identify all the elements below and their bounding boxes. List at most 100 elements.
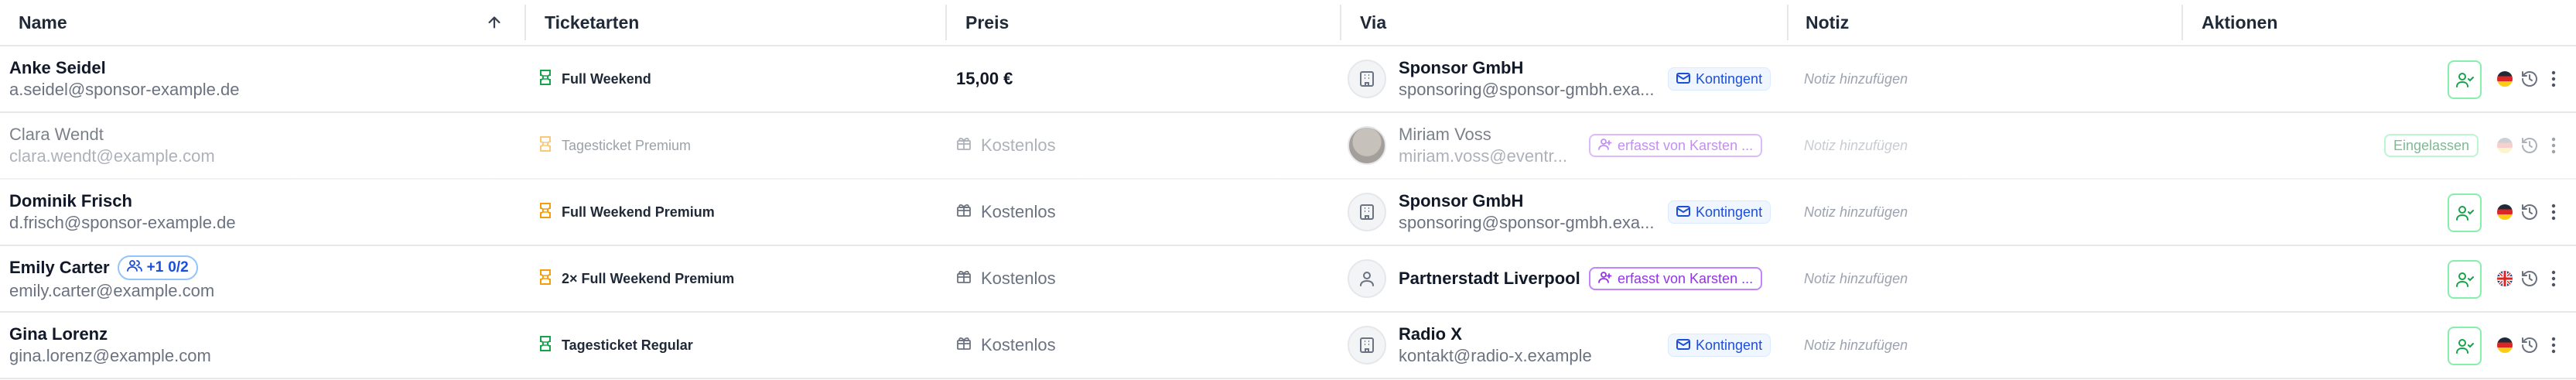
column-header-name[interactable]: Name xyxy=(19,0,67,45)
guest-email: gina.lorenz@example.com xyxy=(9,346,211,365)
table-row[interactable]: Anke Seidel a.seidel@sponsor-example.de … xyxy=(0,46,2576,113)
column-divider xyxy=(945,5,947,40)
mail-icon xyxy=(1676,71,1690,87)
price-cell: Kostenlos xyxy=(956,246,1056,311)
building-icon xyxy=(1348,326,1386,365)
via-email: sponsoring@sponsor-gmbh.exa... xyxy=(1399,213,1655,232)
table-row[interactable]: Emily Carter +1 0/2 emily.carter@example… xyxy=(0,246,2576,313)
guest-email: d.frisch@sponsor-example.de xyxy=(9,213,236,232)
ticket-cell: Full Weekend Premium xyxy=(540,180,715,245)
gift-icon xyxy=(956,202,972,222)
note-cell[interactable]: Notiz hinzufügen xyxy=(1804,46,1908,111)
checkin-user-plus-button[interactable] xyxy=(2448,60,2482,99)
flag-de-icon xyxy=(2497,337,2513,353)
building-icon xyxy=(1348,193,1386,231)
flag-de-icon xyxy=(2497,204,2513,220)
note-cell[interactable]: Notiz hinzufügen xyxy=(1804,313,1908,378)
sort-arrow-up-icon[interactable] xyxy=(486,0,503,45)
via-name[interactable]: Partnerstadt Liverpool xyxy=(1399,268,1580,289)
guest-name[interactable]: Emily Carter xyxy=(9,257,110,279)
flag-de-icon xyxy=(2497,138,2513,153)
more-vertical-icon[interactable] xyxy=(2549,136,2558,159)
ticket-cell: Full Weekend xyxy=(540,46,651,111)
history-icon[interactable] xyxy=(2520,136,2539,159)
note-placeholder[interactable]: Notiz hinzufügen xyxy=(1804,71,1908,87)
table-row[interactable]: Clara Wendt clara.wendt@example.com Tage… xyxy=(0,113,2576,180)
note-cell[interactable]: Notiz hinzufügen xyxy=(1804,180,1908,245)
guest-name-cell: Anke Seidel a.seidel@sponsor-example.de xyxy=(9,46,504,111)
column-header-price[interactable]: Preis xyxy=(965,0,1009,45)
erfasst-von-badge[interactable]: erfasst von Karsten ... xyxy=(1589,267,1763,290)
gift-icon xyxy=(956,269,972,289)
kontingent-badge: Kontingent xyxy=(1668,67,1771,91)
gift-icon xyxy=(956,335,972,355)
mail-icon xyxy=(1676,204,1690,221)
guest-name[interactable]: Anke Seidel xyxy=(9,57,240,79)
column-divider xyxy=(524,5,526,40)
flag-gb-icon xyxy=(2497,271,2513,286)
status-badge: Eingelassen xyxy=(2384,134,2479,157)
note-placeholder[interactable]: Notiz hinzufügen xyxy=(1804,138,1908,154)
ticket-cell: Tagesticket Premium xyxy=(540,113,691,178)
user-plus-icon xyxy=(1598,138,1612,154)
via-email: sponsoring@sponsor-gmbh.exa... xyxy=(1399,80,1655,99)
note-placeholder[interactable]: Notiz hinzufügen xyxy=(1804,271,1908,287)
price-value: 15,00 € xyxy=(956,69,1013,88)
erfasst-von-badge[interactable]: erfasst von Karsten ... xyxy=(1589,134,1763,157)
history-icon[interactable] xyxy=(2520,269,2539,292)
price-cell: Kostenlos xyxy=(956,313,1056,378)
guest-email: emily.carter@example.com xyxy=(9,281,215,300)
ticket-icon xyxy=(540,135,551,156)
more-vertical-icon[interactable] xyxy=(2549,203,2558,225)
building-icon xyxy=(1348,60,1386,98)
ticket-cell: 2× Full Weekend Premium xyxy=(540,246,734,311)
flag-de-icon xyxy=(2497,71,2513,87)
guest-name[interactable]: Gina Lorenz xyxy=(9,324,211,345)
via-name[interactable]: Miriam Voss xyxy=(1399,124,1567,145)
note-cell[interactable]: Notiz hinzufügen xyxy=(1804,113,1908,178)
kontingent-badge: Kontingent xyxy=(1668,334,1771,357)
history-icon[interactable] xyxy=(2520,70,2539,92)
more-vertical-icon[interactable] xyxy=(2549,70,2558,92)
price-value: Kostenlos xyxy=(981,335,1056,354)
via-email: kontakt@radio-x.example xyxy=(1399,346,1592,365)
checkin-user-plus-button[interactable] xyxy=(2448,193,2482,232)
more-vertical-icon[interactable] xyxy=(2549,269,2558,292)
note-placeholder[interactable]: Notiz hinzufügen xyxy=(1804,337,1908,354)
via-name[interactable]: Sponsor GmbH xyxy=(1399,190,1655,212)
guest-name-cell: Gina Lorenz gina.lorenz@example.com xyxy=(9,313,504,378)
guest-email: clara.wendt@example.com xyxy=(9,146,215,166)
history-icon[interactable] xyxy=(2520,203,2539,225)
guest-name[interactable]: Dominik Frisch xyxy=(9,190,236,212)
table-row[interactable]: Dominik Frisch d.frisch@sponsor-example.… xyxy=(0,180,2576,246)
guest-name-cell: Dominik Frisch d.frisch@sponsor-example.… xyxy=(9,180,504,245)
note-cell[interactable]: Notiz hinzufügen xyxy=(1804,246,1908,311)
more-vertical-icon[interactable] xyxy=(2549,336,2558,358)
ticket-icon xyxy=(540,269,551,289)
via-name[interactable]: Radio X xyxy=(1399,324,1592,345)
column-header-tickets[interactable]: Ticketarten xyxy=(545,0,639,45)
avatar xyxy=(1348,126,1386,165)
ticket-label: 2× Full Weekend Premium xyxy=(562,270,735,286)
companion-badge[interactable]: +1 0/2 xyxy=(117,255,198,280)
column-header-note[interactable]: Notiz xyxy=(1806,0,1849,45)
column-header-actions: Aktionen xyxy=(2202,12,2278,33)
column-header-via[interactable]: Via xyxy=(1360,0,1386,45)
guest-name[interactable]: Clara Wendt xyxy=(9,124,215,145)
column-divider xyxy=(2181,5,2183,40)
ticket-label: Full Weekend xyxy=(562,70,651,87)
via-name[interactable]: Sponsor GmbH xyxy=(1399,57,1655,79)
table-header: Name Ticketarten Preis Via Notiz Aktione… xyxy=(0,0,2576,46)
ticket-label: Tagesticket Regular xyxy=(562,337,693,353)
ticket-cell: Tagesticket Regular xyxy=(540,313,693,378)
guest-name-cell: Clara Wendt clara.wendt@example.com xyxy=(9,113,504,178)
checkin-user-plus-button[interactable] xyxy=(2448,327,2482,365)
table-row[interactable]: Gina Lorenz gina.lorenz@example.com Tage… xyxy=(0,313,2576,379)
checkin-user-plus-button[interactable] xyxy=(2448,260,2482,299)
history-icon[interactable] xyxy=(2520,336,2539,358)
note-placeholder[interactable]: Notiz hinzufügen xyxy=(1804,204,1908,221)
ticket-icon xyxy=(540,69,551,89)
ticket-icon xyxy=(540,335,551,355)
price-value: Kostenlos xyxy=(981,202,1056,221)
guest-email: a.seidel@sponsor-example.de xyxy=(9,80,240,99)
